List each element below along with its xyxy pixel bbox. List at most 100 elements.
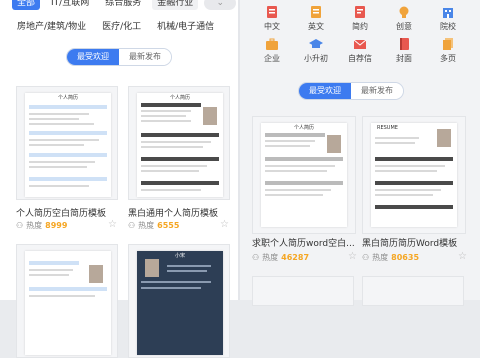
people-icon: ⚇ — [252, 253, 260, 262]
category-zh[interactable]: 中文 — [252, 6, 292, 32]
book-icon — [400, 38, 409, 50]
chip-service[interactable]: 综合服务 — [100, 0, 146, 10]
category-primary[interactable]: 小升初 — [296, 38, 336, 64]
portrait-photo — [437, 129, 451, 147]
resume-card[interactable] — [362, 276, 466, 306]
icon-label: 院校 — [440, 22, 456, 31]
category-letter[interactable]: 自荐信 — [340, 38, 380, 64]
category-multipage[interactable]: 多页 — [428, 38, 468, 64]
star-icon[interactable]: ☆ — [220, 219, 229, 230]
card-meta: ⚇ 热度 80635 — [362, 252, 419, 263]
envelope-icon — [353, 39, 367, 49]
resume-card[interactable]: 个人简历 求职个人简历word空白... ⚇ 热度 46287 ☆ — [252, 116, 360, 266]
resume-card[interactable]: RESUME 黑白简历简历Word模板 ⚇ 热度 80635 ☆ — [362, 116, 470, 266]
resume-card[interactable] — [16, 244, 120, 358]
doc-icon — [355, 6, 365, 18]
heat-count: 46287 — [281, 253, 310, 262]
heat-label: 热度 — [372, 253, 389, 262]
left-panel: 全部 IT/互联网 综合服务 金融行业 ⌄ 房地产/建筑/物业 医疗/化工 机械… — [0, 0, 240, 358]
icon-label: 创意 — [396, 22, 412, 31]
tab-popular[interactable]: 最受欢迎 — [67, 49, 119, 65]
chip-realestate[interactable]: 房地产/建筑/物业 — [12, 20, 91, 34]
resume-card[interactable]: 个人简历 黑白通用个人简历模板 ⚇ 热度 6555 ☆ — [128, 86, 232, 236]
graduation-cap-icon — [309, 39, 323, 48]
card-title[interactable]: 求职个人简历word空白... — [252, 236, 355, 249]
star-icon[interactable]: ☆ — [108, 219, 117, 230]
icon-label: 中文 — [264, 22, 280, 31]
star-icon[interactable]: ☆ — [348, 251, 357, 262]
resume-thumbnail: RESUME — [362, 116, 466, 234]
chip-machinery[interactable]: 机械/电子通信 — [152, 20, 219, 34]
resume-card[interactable]: 小宋 — [128, 244, 232, 358]
resume-thumbnail: 小宋 — [128, 244, 230, 358]
chip-it[interactable]: IT/互联网 — [46, 0, 94, 10]
portrait-photo — [203, 107, 217, 125]
resume-thumbnail — [16, 244, 118, 358]
heat-label: 热度 — [262, 253, 279, 262]
heat-count: 8999 — [45, 221, 68, 230]
people-icon: ⚇ — [128, 221, 136, 230]
portrait-photo — [145, 259, 159, 277]
resume-preview: 个人简历 — [137, 93, 223, 197]
category-simple[interactable]: 简约 — [340, 6, 380, 32]
resume-preview: 个人简历 — [25, 93, 111, 197]
resume-thumbnail — [362, 276, 464, 306]
people-icon: ⚇ — [362, 253, 370, 262]
pages-icon — [443, 38, 453, 50]
sort-tabs: 最受欢迎 最新发布 — [298, 82, 404, 100]
chip-medical[interactable]: 医疗/化工 — [97, 20, 146, 34]
tab-popular[interactable]: 最受欢迎 — [299, 83, 351, 99]
people-icon: ⚇ — [16, 221, 24, 230]
right-panel: 中文 英文 简约 创意 院校 企业 小升初 自荐信 封面 多页 最受欢迎 最新发… — [240, 0, 480, 306]
tab-latest[interactable]: 最新发布 — [119, 49, 171, 65]
sort-tabs: 最受欢迎 最新发布 — [66, 48, 172, 66]
card-meta: ⚇ 热度 6555 — [128, 220, 179, 231]
doc-icon — [311, 6, 321, 18]
chip-finance[interactable]: 金融行业 — [152, 0, 199, 10]
tab-latest[interactable]: 最新发布 — [351, 83, 403, 99]
card-title[interactable]: 黑白简历简历Word模板 — [362, 236, 457, 249]
icon-label: 封面 — [396, 54, 412, 63]
icon-label: 英文 — [308, 22, 324, 31]
briefcase-icon — [266, 38, 278, 50]
resume-thumbnail: 个人简历 — [128, 86, 230, 200]
chevron-down-icon[interactable]: ⌄ — [204, 0, 237, 10]
icon-label: 企业 — [264, 54, 280, 63]
card-meta: ⚇ 热度 8999 — [16, 220, 67, 231]
heat-count: 80635 — [391, 253, 420, 262]
resume-preview: 个人简历 — [261, 123, 347, 227]
bulb-icon — [399, 6, 409, 18]
icon-label: 小升初 — [304, 54, 328, 63]
resume-thumbnail: 个人简历 — [16, 86, 118, 200]
resume-preview: 小宋 — [137, 251, 223, 355]
category-cover[interactable]: 封面 — [384, 38, 424, 64]
building-icon — [443, 8, 453, 18]
category-row-1: 全部 IT/互联网 综合服务 金融行业 ⌄ — [12, 0, 237, 10]
heat-count: 6555 — [157, 221, 180, 230]
portrait-photo — [89, 265, 103, 283]
category-en[interactable]: 英文 — [296, 6, 336, 32]
resume-preview — [25, 251, 111, 355]
preview-title: 个人简历 — [293, 125, 314, 131]
portrait-photo — [327, 135, 341, 153]
doc-icon — [267, 6, 277, 18]
heat-label: 热度 — [138, 221, 155, 230]
icon-label: 简约 — [352, 22, 368, 31]
resume-thumbnail: 个人简历 — [252, 116, 356, 234]
preview-title: 个人简历 — [57, 95, 78, 101]
chip-all[interactable]: 全部 — [12, 0, 41, 10]
card-title[interactable]: 个人简历空白简历模板 — [16, 206, 106, 219]
preview-title: 个人简历 — [169, 95, 190, 101]
category-college[interactable]: 院校 — [428, 6, 468, 32]
star-icon[interactable]: ☆ — [458, 251, 467, 262]
icon-label: 自荐信 — [348, 54, 372, 63]
resume-card[interactable] — [252, 276, 356, 306]
category-creative[interactable]: 创意 — [384, 6, 424, 32]
resume-thumbnail — [252, 276, 354, 306]
resume-card[interactable]: 个人简历 个人简历空白简历模板 ⚇ 热度 8999 ☆ — [16, 86, 120, 236]
card-title[interactable]: 黑白通用个人简历模板 — [128, 206, 218, 219]
card-meta: ⚇ 热度 46287 — [252, 252, 309, 263]
preview-title: RESUME — [377, 125, 398, 131]
category-enterprise[interactable]: 企业 — [252, 38, 292, 64]
preview-title: 小宋 — [174, 253, 185, 259]
